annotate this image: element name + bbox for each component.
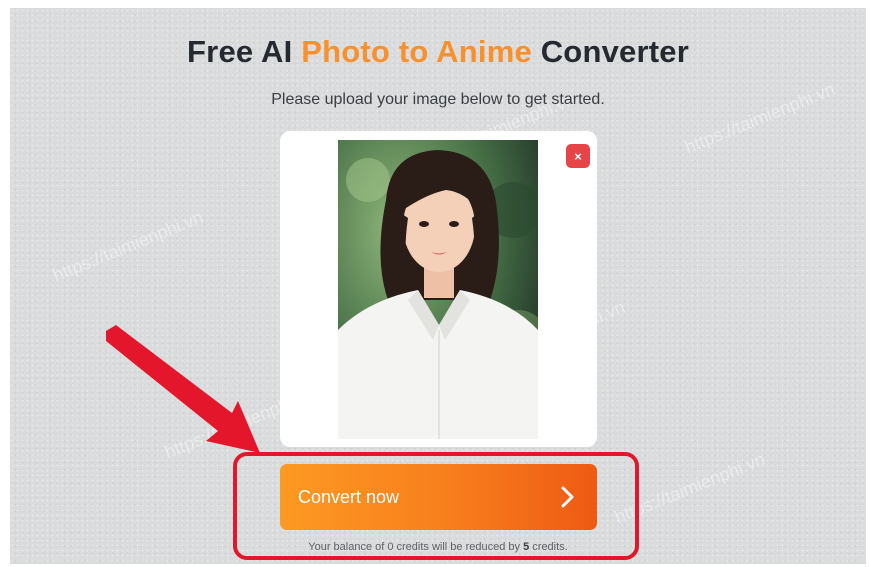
uploaded-image-card: × xyxy=(280,131,597,447)
page-title: Free AI Photo to Anime Converter xyxy=(10,34,866,70)
close-icon: × xyxy=(574,148,582,164)
title-accent: Photo to Anime xyxy=(301,34,532,69)
title-text: Free AI xyxy=(187,34,302,69)
portrait-illustration xyxy=(338,140,538,439)
title-text-end: Converter xyxy=(531,34,689,69)
uploaded-photo xyxy=(338,140,538,439)
red-arrow-icon xyxy=(106,325,260,453)
page-subtitle: Please upload your image below to get st… xyxy=(271,91,605,108)
watermark: https://taimienphi.vn xyxy=(49,206,206,286)
remove-image-button[interactable]: × xyxy=(566,144,590,168)
highlight-box xyxy=(233,452,639,560)
page-background: https://taimienphi.vn https://taimienphi… xyxy=(10,8,866,564)
